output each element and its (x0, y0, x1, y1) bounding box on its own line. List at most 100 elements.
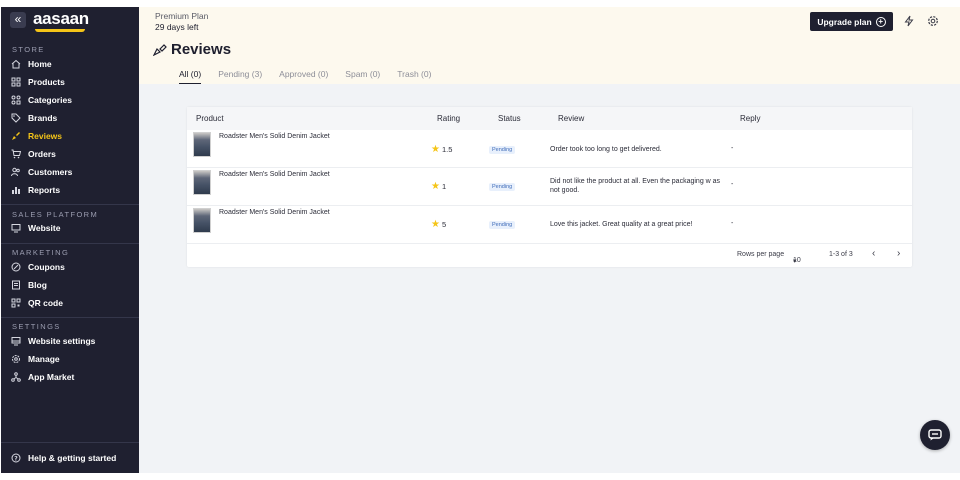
app-market-icon (11, 372, 21, 382)
sidebar-item-home[interactable]: Home (11, 57, 52, 71)
tab-trash[interactable]: Trash (0) (397, 69, 431, 85)
gear-icon[interactable] (927, 15, 939, 27)
review-text: Did not like the product at all. Even th… (550, 178, 721, 194)
column-header-review: Review (558, 114, 585, 123)
rating: ★ 5 (431, 219, 446, 230)
sidebar-item-coupons[interactable]: Coupons (11, 260, 65, 274)
table-row[interactable]: Roadster Men's Solid Denim Jacket ★ 5 Pen… (187, 206, 912, 244)
product-thumbnail (193, 170, 211, 195)
chat-button[interactable] (920, 420, 950, 450)
upgrade-plan-label: Upgrade plan (817, 16, 872, 27)
sidebar-item-label: Categories (28, 95, 72, 105)
status-badge: Pending (489, 146, 516, 154)
coupon-icon (11, 262, 21, 272)
chevron-left-icon[interactable]: ‹ (872, 248, 875, 259)
sidebar: « aasaan STORE Home Products Categories … (1, 7, 139, 473)
sidebar-item-categories[interactable]: Categories (11, 93, 72, 107)
sidebar-item-app-market[interactable]: App Market (11, 370, 74, 384)
gear-icon (12, 355, 20, 363)
column-header-product: Product (196, 114, 224, 123)
sidebar-item-label: Help & getting started (28, 453, 117, 463)
home-icon (11, 59, 21, 69)
sidebar-item-brands[interactable]: Brands (11, 111, 57, 125)
sidebar-item-label: App Market (28, 372, 75, 382)
tab-spam[interactable]: Spam (0) (345, 69, 380, 85)
review-tabs: All (0) Pending (3) Approved (0) Spam (0… (179, 69, 448, 85)
rating-value: 5 (441, 220, 447, 229)
table-row[interactable]: Roadster Men's Solid Denim Jacket ★ 1 Pen… (187, 168, 912, 206)
reviews-icon (12, 132, 20, 140)
sidebar-item-label: Reviews (28, 131, 63, 141)
website-settings-icon (11, 337, 21, 346)
svg-text:?: ? (14, 455, 18, 462)
review-text: Order took too long to get delivered. (550, 146, 662, 153)
upgrade-plan-button[interactable]: Upgrade plan + (810, 12, 893, 31)
sidebar-item-customers[interactable]: Customers (11, 165, 72, 179)
section-label-settings: SETTINGS (12, 322, 61, 331)
plus-circle-icon: + (875, 16, 886, 27)
sidebar-item-label: Blog (28, 280, 47, 290)
chat-icon (928, 429, 942, 441)
star-icon: ★ (431, 181, 440, 192)
lightning-icon[interactable] (903, 15, 915, 27)
sidebar-item-label: QR code (28, 298, 63, 308)
tag-icon (11, 113, 21, 123)
star-icon: ★ (431, 219, 440, 230)
categories-icon (11, 95, 21, 105)
tab-pending[interactable]: Pending (3) (218, 69, 262, 85)
tab-approved[interactable]: Approved (0) (279, 69, 328, 85)
caret-down-icon: ▾ (793, 258, 797, 265)
help-circle-icon: ? (11, 453, 21, 463)
sidebar-item-orders[interactable]: Orders (11, 147, 56, 161)
rating: ★ 1 (431, 181, 446, 192)
reply-value: - (731, 145, 734, 152)
product-name[interactable]: Roadster Men's Solid Denim Jacket (219, 171, 330, 178)
status-badge: Pending (489, 183, 516, 191)
logo-swoosh (35, 29, 85, 32)
rating: ★ 1.5 (431, 144, 452, 155)
plan-name: Premium Plan (155, 11, 209, 21)
sidebar-item-label: Reports (28, 185, 61, 195)
plan-days-left: 29 days left (155, 22, 199, 32)
table-header: Product Rating Status Review Reply (187, 107, 912, 130)
reply-value: - (731, 181, 734, 188)
table-pagination: Rows per page 10 ▾ 1-3 of 3 ‹ › (187, 245, 912, 267)
document-icon (12, 280, 20, 290)
table-row[interactable]: Roadster Men's Solid Denim Jacket ★ 1.5 P… (187, 130, 912, 168)
sidebar-item-label: Website settings (28, 336, 96, 346)
help-link[interactable]: ? Help & getting started (11, 451, 116, 465)
sidebar-item-website-settings[interactable]: Website settings (11, 334, 95, 348)
chevron-right-icon[interactable]: › (897, 248, 900, 259)
column-header-reply: Reply (740, 114, 761, 123)
brand-row: « aasaan (1, 7, 139, 35)
rows-per-page-label: Rows per page (737, 251, 785, 258)
divider (1, 317, 139, 318)
product-name[interactable]: Roadster Men's Solid Denim Jacket (219, 133, 330, 140)
column-header-status: Status (498, 114, 521, 123)
sidebar-item-products[interactable]: Products (11, 75, 65, 89)
monitor-icon (11, 224, 21, 233)
section-label-store: STORE (12, 45, 45, 54)
pagination-range: 1-3 of 3 (829, 251, 853, 258)
users-icon (11, 167, 20, 177)
section-label-sales-platform: SALES PLATFORM (12, 210, 99, 219)
tab-all[interactable]: All (0) (179, 69, 202, 85)
review-text: Love this jacket. Great quality at a gre… (550, 221, 693, 228)
divider (1, 243, 139, 244)
sidebar-item-reports[interactable]: Reports (11, 183, 60, 197)
product-name[interactable]: Roadster Men's Solid Denim Jacket (219, 209, 330, 216)
reviews-table-card: Product Rating Status Review Reply Roads… (187, 107, 912, 267)
reply-value: - (731, 220, 734, 227)
sidebar-item-website[interactable]: Website (11, 221, 60, 235)
sidebar-item-reviews[interactable]: Reviews (11, 129, 62, 143)
sidebar-item-qr-code[interactable]: QR code (11, 296, 63, 310)
sidebar-item-manage[interactable]: Manage (11, 352, 60, 366)
rating-value: 1.5 (441, 145, 453, 154)
sidebar-item-label: Home (28, 59, 52, 69)
divider (1, 442, 139, 443)
double-chevron-left-icon[interactable]: « (10, 12, 26, 28)
sidebar-item-label: Customers (28, 167, 73, 177)
sidebar-item-blog[interactable]: Blog (11, 278, 47, 292)
page-title: Reviews (153, 41, 231, 58)
grid-icon (11, 77, 21, 87)
